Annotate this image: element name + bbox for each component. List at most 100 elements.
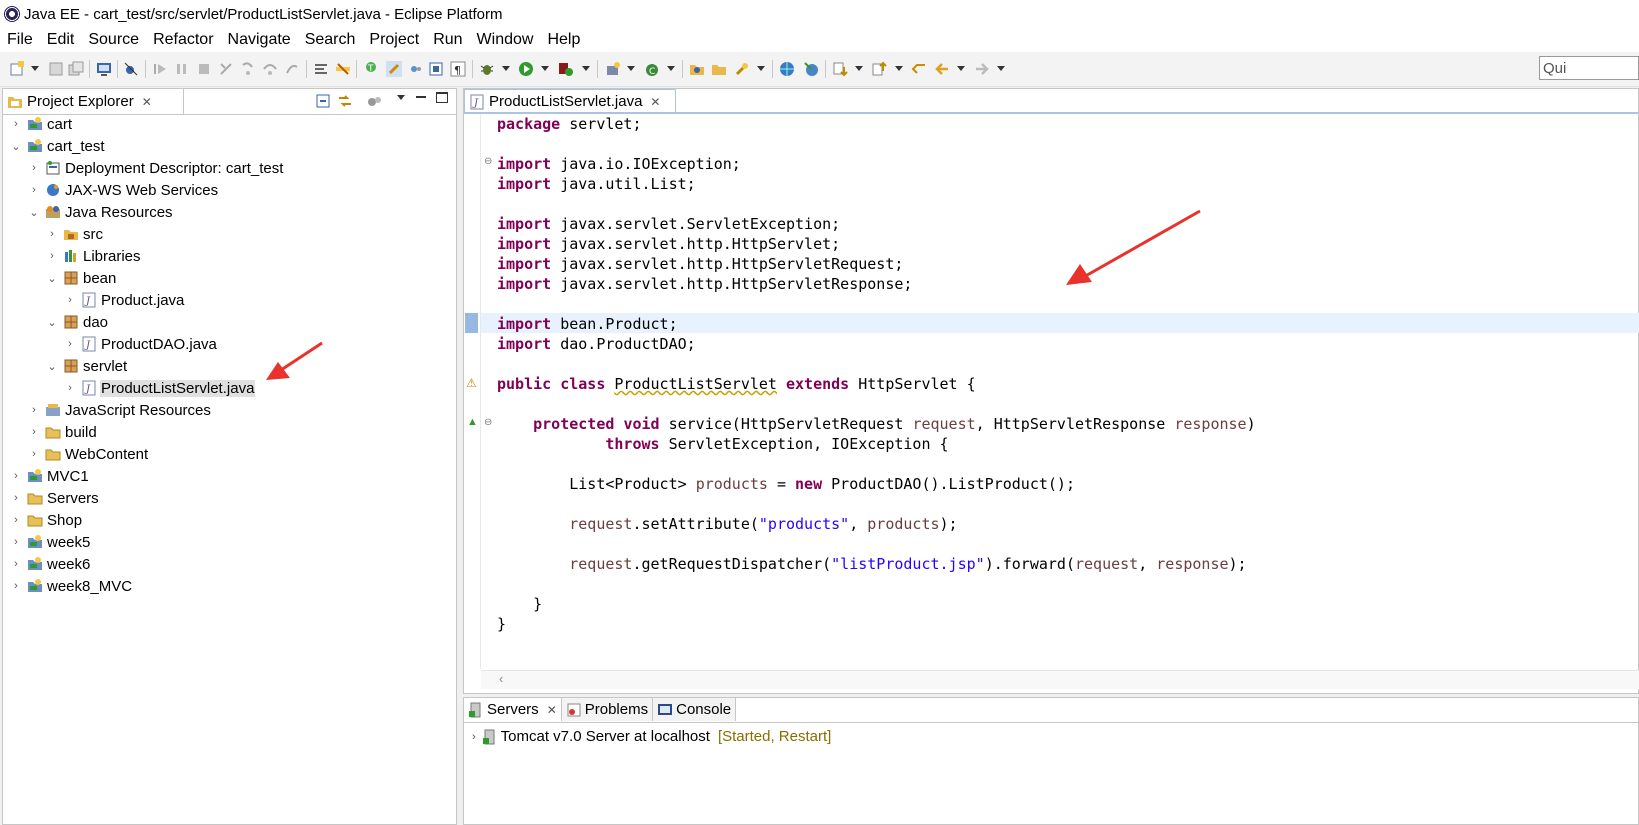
menu-run[interactable]: Run — [426, 31, 469, 49]
menu-help[interactable]: Help — [540, 31, 587, 49]
menu-search[interactable]: Search — [298, 31, 363, 49]
expand-arrow-icon[interactable]: › — [29, 162, 39, 174]
back-icon[interactable] — [934, 61, 950, 77]
tree-item[interactable]: › Shop — [11, 509, 83, 531]
menu-navigate[interactable]: Navigate — [221, 31, 298, 49]
expand-arrow-icon[interactable]: › — [65, 294, 75, 306]
expand-arrow-icon[interactable]: › — [29, 404, 39, 416]
tree-item[interactable]: ⌄ dao — [47, 311, 109, 333]
expand-arrow-icon[interactable]: › — [29, 426, 39, 438]
open-type-icon[interactable]: T — [363, 61, 379, 77]
menu-window[interactable]: Window — [470, 31, 541, 49]
close-icon[interactable]: ✕ — [547, 703, 557, 717]
format-icon[interactable] — [313, 61, 329, 77]
collapse-arrow-icon[interactable]: ⌄ — [47, 360, 57, 373]
expand-arrow-icon[interactable]: › — [65, 382, 75, 394]
expand-arrow-icon[interactable]: › — [29, 184, 39, 196]
expand-arrow-icon[interactable]: › — [29, 448, 39, 460]
tree-item[interactable]: › J Product.java — [65, 289, 185, 311]
open-project-icon[interactable] — [689, 61, 705, 77]
editor-tab[interactable]: J ProductListServlet.java ✕ — [464, 89, 676, 113]
run-dropdown-icon[interactable] — [541, 66, 549, 71]
collapse-arrow-icon[interactable]: ⌄ — [47, 316, 57, 329]
browser-icon[interactable] — [779, 61, 795, 77]
suspend-icon[interactable] — [174, 61, 190, 77]
tree-item[interactable]: › src — [47, 223, 104, 245]
step-return-icon[interactable] — [284, 61, 300, 77]
tree-item[interactable]: ⌄ Java Resources — [29, 201, 174, 223]
display-icon[interactable] — [96, 61, 112, 77]
debug-icon[interactable] — [479, 61, 495, 77]
tree-item[interactable]: › week8_MVC — [11, 575, 133, 597]
expand-arrow-icon[interactable]: › — [11, 118, 21, 130]
expand-arrow-icon[interactable]: › — [47, 228, 57, 240]
next-annotation-dropdown-icon[interactable] — [855, 66, 863, 71]
new-server-dropdown-icon[interactable] — [627, 66, 635, 71]
tree-item[interactable]: › JAX-WS Web Services — [29, 179, 219, 201]
tree-item[interactable]: › Servers — [11, 487, 100, 509]
expand-arrow-icon[interactable]: › — [11, 470, 21, 482]
highlight-icon[interactable] — [386, 61, 402, 77]
run-server-dropdown-icon[interactable] — [582, 66, 590, 71]
tree-item[interactable]: ⌄ cart_test — [11, 135, 106, 157]
server-row[interactable]: › Tomcat v7.0 Server at localhost [Start… — [472, 728, 831, 745]
expand-arrow-icon[interactable]: › — [11, 536, 21, 548]
tree-item[interactable]: › J ProductListServlet.java — [65, 377, 256, 399]
expand-arrow-icon[interactable]: › — [47, 250, 57, 262]
maximize-icon[interactable] — [436, 92, 448, 103]
tree-item[interactable]: › WebContent — [29, 443, 149, 465]
next-annotation-icon[interactable] — [832, 61, 848, 77]
filters-icon[interactable] — [367, 93, 383, 109]
fold-method-icon[interactable]: ⊖ — [484, 417, 492, 428]
fold-imports-icon[interactable]: ⊖ — [484, 156, 492, 167]
terminate-icon[interactable] — [196, 61, 212, 77]
last-edit-location-icon[interactable] — [911, 61, 927, 77]
debug-dropdown-icon[interactable] — [502, 66, 510, 71]
new-class-dropdown-icon[interactable] — [667, 66, 675, 71]
menu-file[interactable]: File — [0, 31, 40, 49]
forward-icon[interactable] — [974, 61, 990, 77]
collapse-arrow-icon[interactable]: ⌄ — [11, 140, 21, 153]
expand-arrow-icon[interactable]: › — [11, 580, 21, 592]
previous-annotation-icon[interactable] — [871, 61, 887, 77]
save-icon[interactable] — [48, 61, 64, 77]
toggle-mark-occurrences-icon[interactable] — [335, 61, 351, 77]
scroll-left-icon[interactable]: ‹ — [499, 671, 503, 686]
view-menu-icon[interactable] — [397, 95, 405, 100]
run-icon[interactable] — [518, 61, 534, 77]
close-icon[interactable]: ✕ — [650, 95, 660, 109]
step-into-icon[interactable] — [240, 61, 256, 77]
paragraph-icon[interactable]: ¶ — [450, 61, 466, 77]
expand-arrow-icon[interactable]: › — [11, 514, 21, 526]
tree-item[interactable]: ⌄ bean — [47, 267, 117, 289]
run-server-icon[interactable] — [558, 61, 574, 77]
close-icon[interactable]: ✕ — [142, 95, 152, 109]
show-whitespace-icon[interactable] — [408, 61, 424, 77]
new-server-icon[interactable] — [605, 61, 621, 77]
search-dropdown-icon[interactable] — [757, 66, 765, 71]
minimize-icon[interactable] — [416, 96, 426, 98]
back-dropdown-icon[interactable] — [957, 66, 965, 71]
menu-source[interactable]: Source — [81, 31, 146, 49]
collapse-all-icon[interactable] — [315, 93, 331, 109]
open-folder-icon[interactable] — [711, 61, 727, 77]
tab-problems[interactable]: Problems — [561, 698, 654, 721]
save-all-icon[interactable] — [68, 61, 84, 77]
external-tools-icon[interactable] — [803, 61, 819, 77]
resume-icon[interactable] — [152, 61, 168, 77]
tree-item[interactable]: › J ProductDAO.java — [65, 333, 218, 355]
menu-refactor[interactable]: Refactor — [146, 31, 220, 49]
search-icon[interactable] — [734, 61, 750, 77]
skip-breakpoints-icon[interactable] — [123, 61, 139, 77]
new-icon[interactable] — [9, 61, 25, 77]
tree-item[interactable]: › Libraries — [47, 245, 142, 267]
menu-edit[interactable]: Edit — [40, 31, 82, 49]
tree-item[interactable]: › JavaScript Resources — [29, 399, 212, 421]
quick-access-input[interactable]: Qui — [1539, 56, 1639, 80]
expand-arrow-icon[interactable]: › — [11, 492, 21, 504]
tree-item[interactable]: › week5 — [11, 531, 91, 553]
tab-servers[interactable]: Servers ✕ — [464, 698, 562, 721]
expand-arrow-icon[interactable]: › — [472, 731, 476, 743]
tree-item[interactable]: › cart — [11, 113, 73, 135]
horizontal-scrollbar[interactable]: ‹ — [481, 670, 1639, 689]
